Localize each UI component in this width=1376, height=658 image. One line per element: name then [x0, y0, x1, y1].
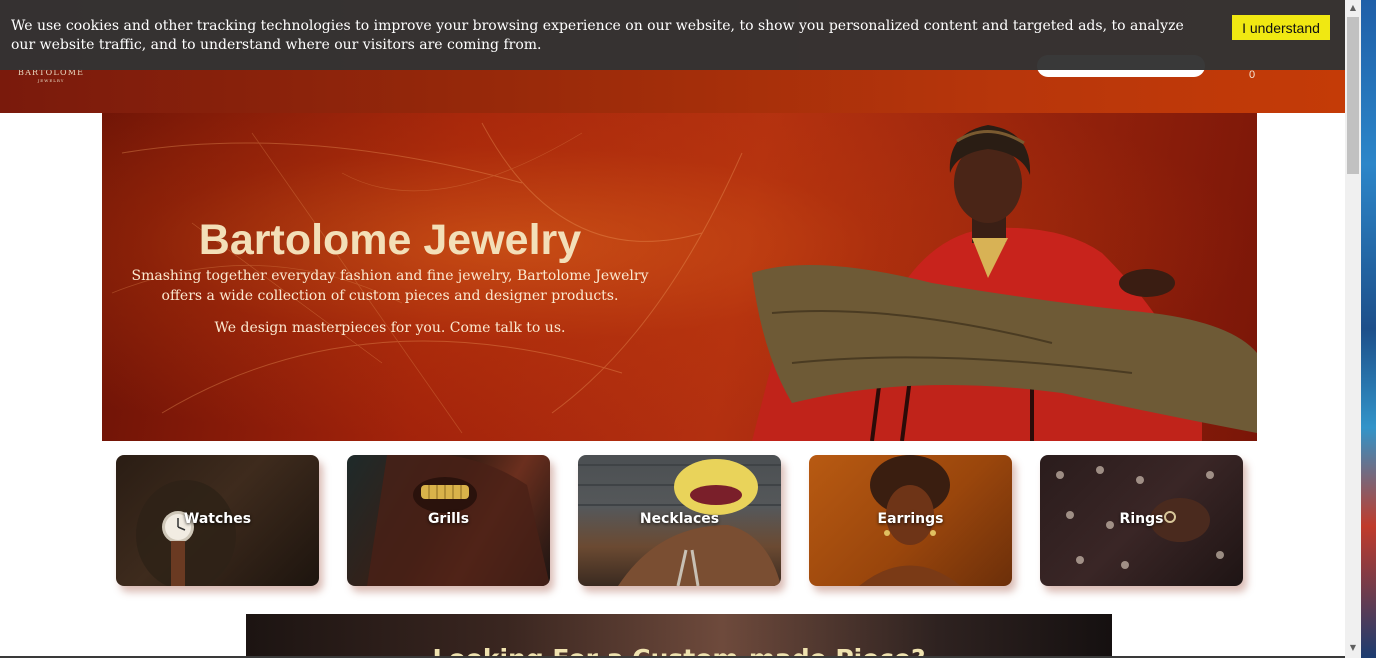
site-logo[interactable]: BARTOLOME JEWELRY: [18, 68, 84, 83]
logo-subtext: JEWELRY: [37, 78, 65, 83]
category-label-earrings: Earrings: [877, 511, 944, 527]
scroll-down-arrow-icon[interactable]: ▼: [1345, 640, 1361, 656]
scroll-up-arrow-icon[interactable]: ▲: [1345, 0, 1361, 16]
scrollbar-thumb[interactable]: [1347, 17, 1359, 174]
category-card-grills[interactable]: Grills: [347, 455, 550, 586]
custom-piece-banner: Looking For a Custom-made Piece?: [246, 614, 1112, 658]
hero-cta-text: We design masterpieces for you. Come tal…: [214, 320, 566, 336]
cookie-consent-text: We use cookies and other tracking techno…: [11, 18, 1184, 53]
hero-model-photo: [752, 125, 1257, 441]
cart-count-badge[interactable]: 0: [1246, 69, 1258, 81]
category-card-watches[interactable]: Watches: [116, 455, 319, 586]
category-label-necklaces: Necklaces: [639, 511, 720, 527]
cookie-consent-banner: We use cookies and other tracking techno…: [0, 0, 1345, 70]
category-card-necklaces[interactable]: Necklaces: [578, 455, 781, 586]
adjacent-window-edge: [1361, 0, 1376, 658]
cookie-accept-button[interactable]: I understand: [1232, 15, 1330, 40]
category-card-rings[interactable]: Rings: [1040, 455, 1243, 586]
category-label-rings: Rings: [1119, 511, 1164, 527]
category-label-watches: Watches: [183, 511, 252, 527]
hero-banner: Bartolome Jewelry Smashing together ever…: [102, 113, 1257, 441]
hero-subtitle: Smashing together everyday fashion and f…: [131, 268, 649, 304]
category-card-earrings[interactable]: Earrings: [809, 455, 1012, 586]
hero-title: Bartolome Jewelry: [198, 216, 582, 264]
category-label-grills: Grills: [427, 511, 470, 527]
vertical-scrollbar[interactable]: ▲ ▼: [1345, 0, 1361, 658]
